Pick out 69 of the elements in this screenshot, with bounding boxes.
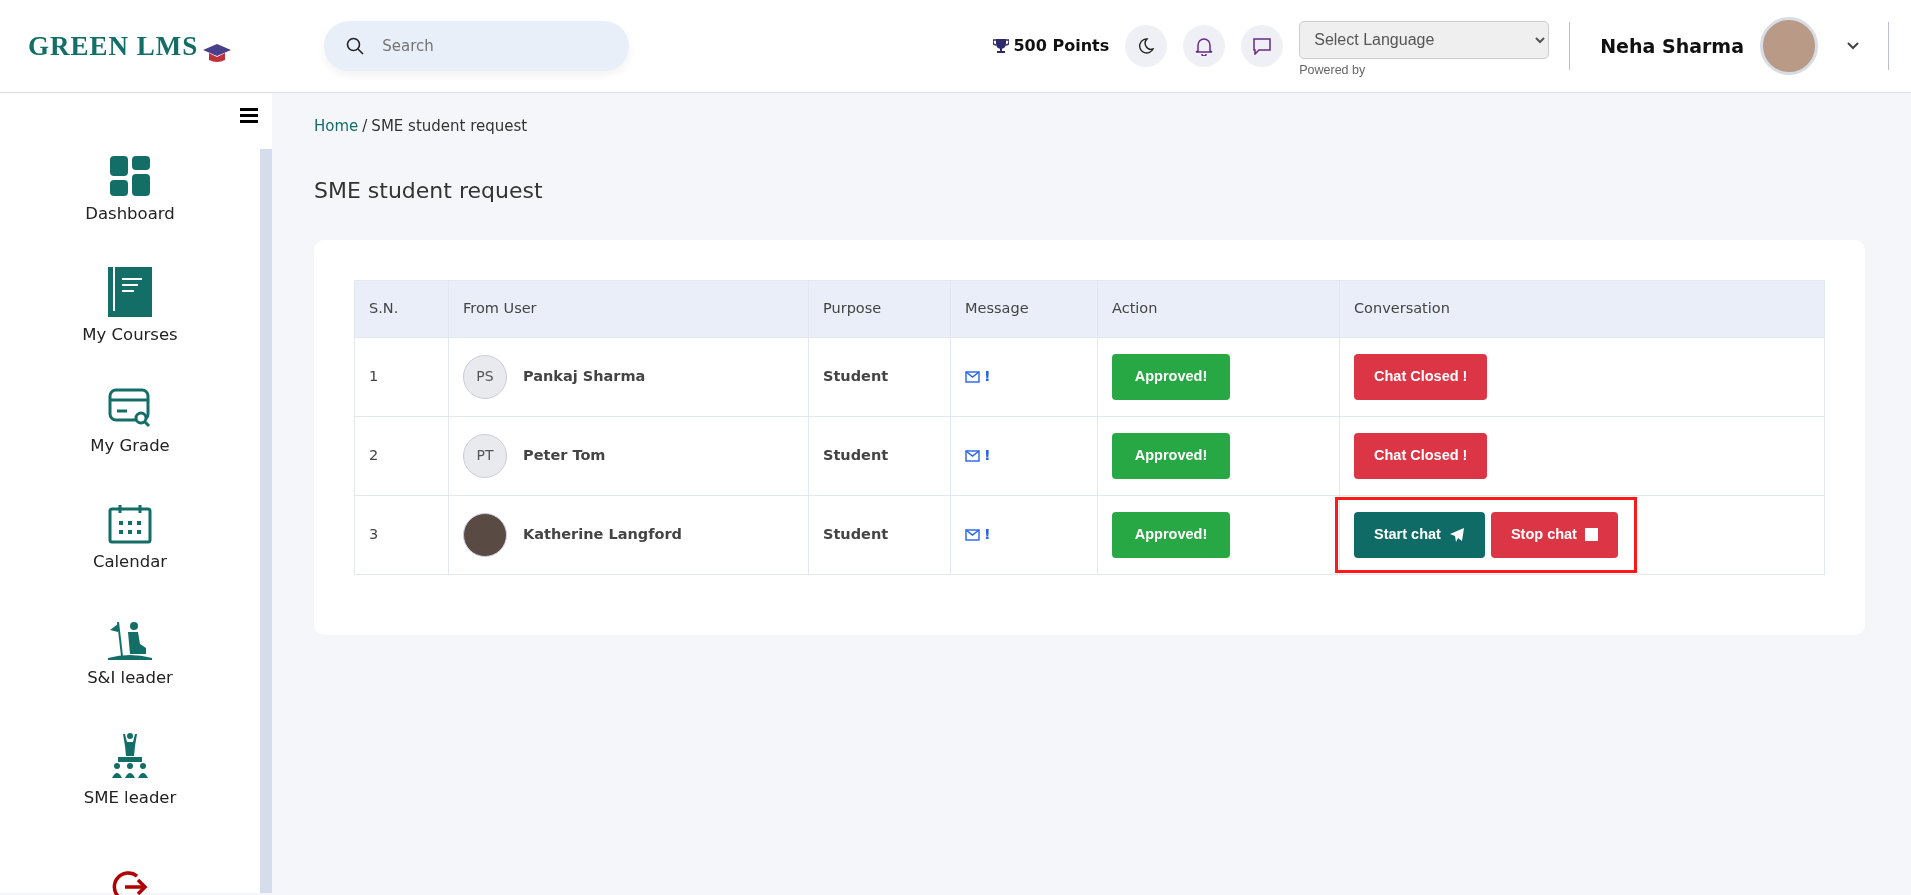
points-text: 500 Points — [1013, 35, 1110, 57]
search-icon — [346, 37, 365, 55]
message-mark[interactable]: ! — [984, 444, 991, 467]
scrollbar[interactable] — [260, 149, 272, 893]
chat-closed-button[interactable]: Chat Closed ! — [1354, 432, 1488, 479]
grid-icon — [110, 155, 150, 196]
language-select[interactable]: Select Language — [1299, 20, 1550, 59]
user-name[interactable]: Neha Sharma — [1600, 31, 1744, 61]
table-cell: Student — [808, 495, 951, 575]
logo-text: GREEN LMS — [28, 29, 199, 63]
sidebar-item[interactable]: My Grade — [0, 365, 260, 481]
message-mark[interactable]: ! — [984, 523, 991, 546]
logout-icon[interactable] — [111, 868, 149, 895]
dark-mode-button[interactable] — [1125, 25, 1168, 67]
approved-button[interactable]: Approved! — [1112, 511, 1230, 558]
column-header: From User — [448, 280, 809, 338]
message-mark[interactable]: ! — [984, 365, 991, 388]
climber-flag-icon — [108, 619, 152, 660]
envelope-icon[interactable] — [965, 449, 980, 462]
notification-button[interactable] — [1183, 25, 1226, 67]
chat-icon — [1252, 37, 1273, 55]
chat-closed-button[interactable]: Chat Closed ! — [1354, 353, 1488, 400]
sidebar-item[interactable]: My Courses — [0, 249, 260, 365]
sidebar-item[interactable]: Dashboard — [0, 133, 260, 249]
avatar-placeholder — [463, 512, 507, 557]
moon-icon — [1138, 38, 1155, 54]
sidebar-item[interactable]: Calendar — [0, 481, 260, 597]
powered-by-text: Powered by — [1299, 61, 1367, 79]
sidebar-item[interactable]: S&I leader — [0, 597, 260, 713]
search-field[interactable]: Search — [380, 33, 581, 59]
sidebar-item[interactable]: SME leader — [0, 713, 260, 829]
column-header: S.N. — [354, 280, 449, 338]
column-header: Message — [950, 280, 1098, 338]
menu-icon[interactable] — [240, 107, 258, 123]
user-name: Katherine Langford — [523, 524, 682, 544]
stop-chat-button[interactable]: Stop chat — [1490, 511, 1618, 558]
leader-team-icon — [110, 731, 150, 780]
book-icon — [108, 266, 152, 317]
column-header: Conversation — [1339, 280, 1825, 338]
page-title: SME student request — [314, 177, 544, 204]
breadcrumb-current: SME student request — [371, 116, 528, 137]
envelope-icon[interactable] — [965, 370, 980, 383]
send-icon — [1448, 526, 1465, 543]
search-bar[interactable]: Search — [324, 21, 630, 71]
user-name: Peter Tom — [523, 445, 606, 465]
table-cell: Student — [808, 337, 951, 417]
approved-button[interactable]: Approved! — [1112, 353, 1230, 400]
bell-icon — [1195, 36, 1214, 56]
table-cell: Student — [808, 416, 951, 496]
chat-button[interactable] — [1241, 25, 1284, 67]
approved-button[interactable]: Approved! — [1112, 432, 1230, 479]
start-chat-button[interactable]: Start chat — [1354, 511, 1485, 558]
user-name: Pankaj Sharma — [523, 366, 646, 386]
calendar-icon — [108, 503, 152, 544]
column-header: Purpose — [808, 280, 951, 338]
breadcrumb-separator: / — [362, 116, 368, 137]
avatar-initials: PS — [463, 354, 507, 399]
breadcrumb-link[interactable]: Home — [314, 115, 359, 138]
table-cell: 1 — [354, 337, 449, 417]
chevron-down-icon[interactable] — [1846, 41, 1860, 51]
column-header: Action — [1097, 280, 1340, 338]
card-search-icon — [108, 387, 152, 428]
trophy-icon — [993, 38, 1010, 54]
table-cell: 2 — [354, 416, 449, 496]
envelope-icon[interactable] — [965, 528, 980, 541]
stop-icon — [1584, 528, 1598, 542]
avatar-initials: PT — [463, 433, 507, 478]
table-cell: 3 — [354, 495, 449, 575]
avatar-placeholder[interactable] — [1760, 17, 1818, 75]
